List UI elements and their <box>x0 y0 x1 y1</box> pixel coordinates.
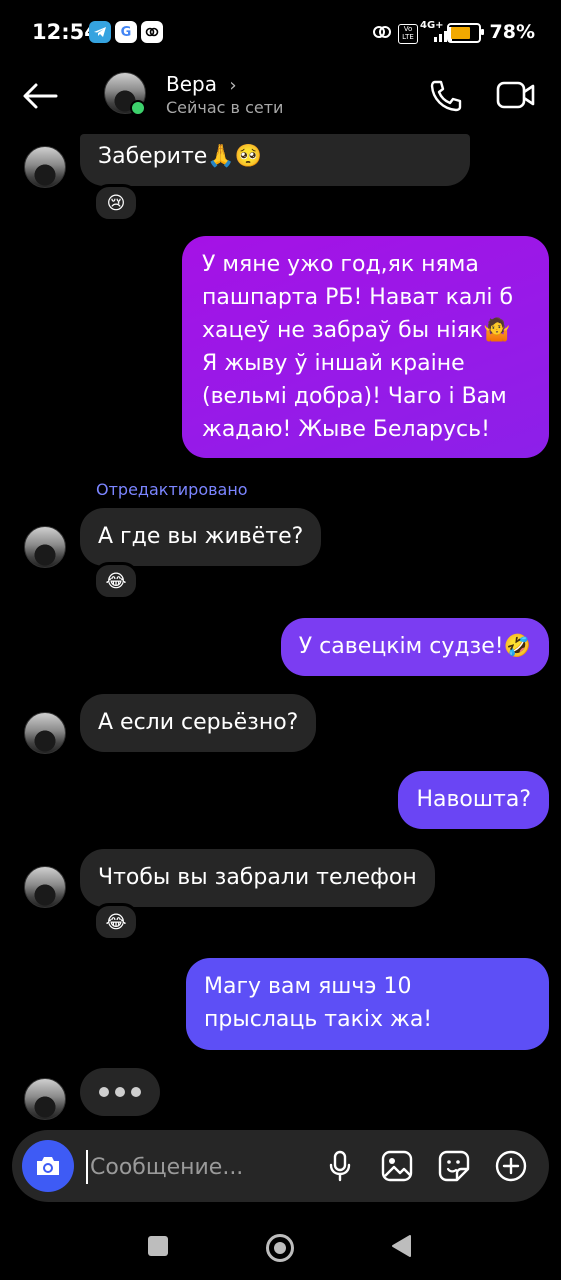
typing-indicator <box>80 1068 160 1116</box>
chevron-right-icon: › <box>229 75 237 96</box>
microphone-button[interactable] <box>322 1148 358 1184</box>
microphone-icon <box>329 1150 351 1182</box>
message-bubble-incoming[interactable]: А где вы живёте? <box>80 508 322 566</box>
volte-icon: Vo LTE <box>398 24 418 44</box>
message-reaction[interactable]: 😂 <box>93 903 139 941</box>
edited-label: Отредактировано <box>96 480 248 499</box>
gallery-icon <box>141 21 163 43</box>
message-bubble-outgoing[interactable]: У савецкім судзе!🤣 <box>280 618 549 676</box>
camera-icon <box>37 1157 59 1175</box>
message-bubble-incoming[interactable]: А если серьёзно? <box>80 694 317 752</box>
telegram-icon <box>89 21 111 43</box>
sender-avatar <box>24 866 66 908</box>
sender-avatar <box>24 526 66 568</box>
message-bubble-outgoing[interactable]: У мяне ужо год,як няма пашпарта РБ! Нава… <box>182 236 549 458</box>
contact-presence: Сейчас в сети <box>166 98 284 117</box>
message-bubble-incoming[interactable]: Заберите🙏🥺 <box>80 134 470 186</box>
recent-apps-button[interactable] <box>148 1236 168 1256</box>
battery-icon <box>447 23 484 43</box>
link-icon <box>373 26 391 38</box>
sender-avatar <box>24 1078 66 1120</box>
online-indicator <box>130 100 146 116</box>
battery-percent: 78% <box>489 21 535 43</box>
add-button[interactable] <box>493 1148 529 1184</box>
video-call-icon[interactable] <box>496 80 536 110</box>
home-button[interactable] <box>266 1234 294 1262</box>
message-bubble-incoming[interactable]: Чтобы вы забрали телефон <box>80 849 435 907</box>
phone-call-icon[interactable] <box>428 78 464 114</box>
plus-icon <box>495 1150 527 1182</box>
sticker-button[interactable] <box>436 1148 472 1184</box>
status-bar: 12:54 G Vo LTE 4G+ 78% <box>0 0 561 64</box>
sender-avatar <box>24 146 66 188</box>
sticker-icon <box>438 1150 470 1182</box>
message-bubble-outgoing[interactable]: Магу вам яшчэ 10 прыслаць такіх жа! <box>186 958 549 1050</box>
google-icon: G <box>115 21 137 43</box>
image-icon <box>381 1150 413 1182</box>
camera-button[interactable] <box>22 1140 74 1192</box>
message-bubble-outgoing[interactable]: Навошта? <box>398 771 549 829</box>
message-reaction[interactable]: 😢 <box>93 184 139 222</box>
back-arrow-icon[interactable] <box>22 82 58 110</box>
contact-name[interactable]: Вера › <box>166 72 237 96</box>
sender-avatar <box>24 712 66 754</box>
gallery-button[interactable] <box>379 1148 415 1184</box>
back-button[interactable] <box>390 1234 412 1258</box>
message-reaction[interactable]: 😂 <box>93 562 139 600</box>
message-input[interactable] <box>86 1150 312 1184</box>
